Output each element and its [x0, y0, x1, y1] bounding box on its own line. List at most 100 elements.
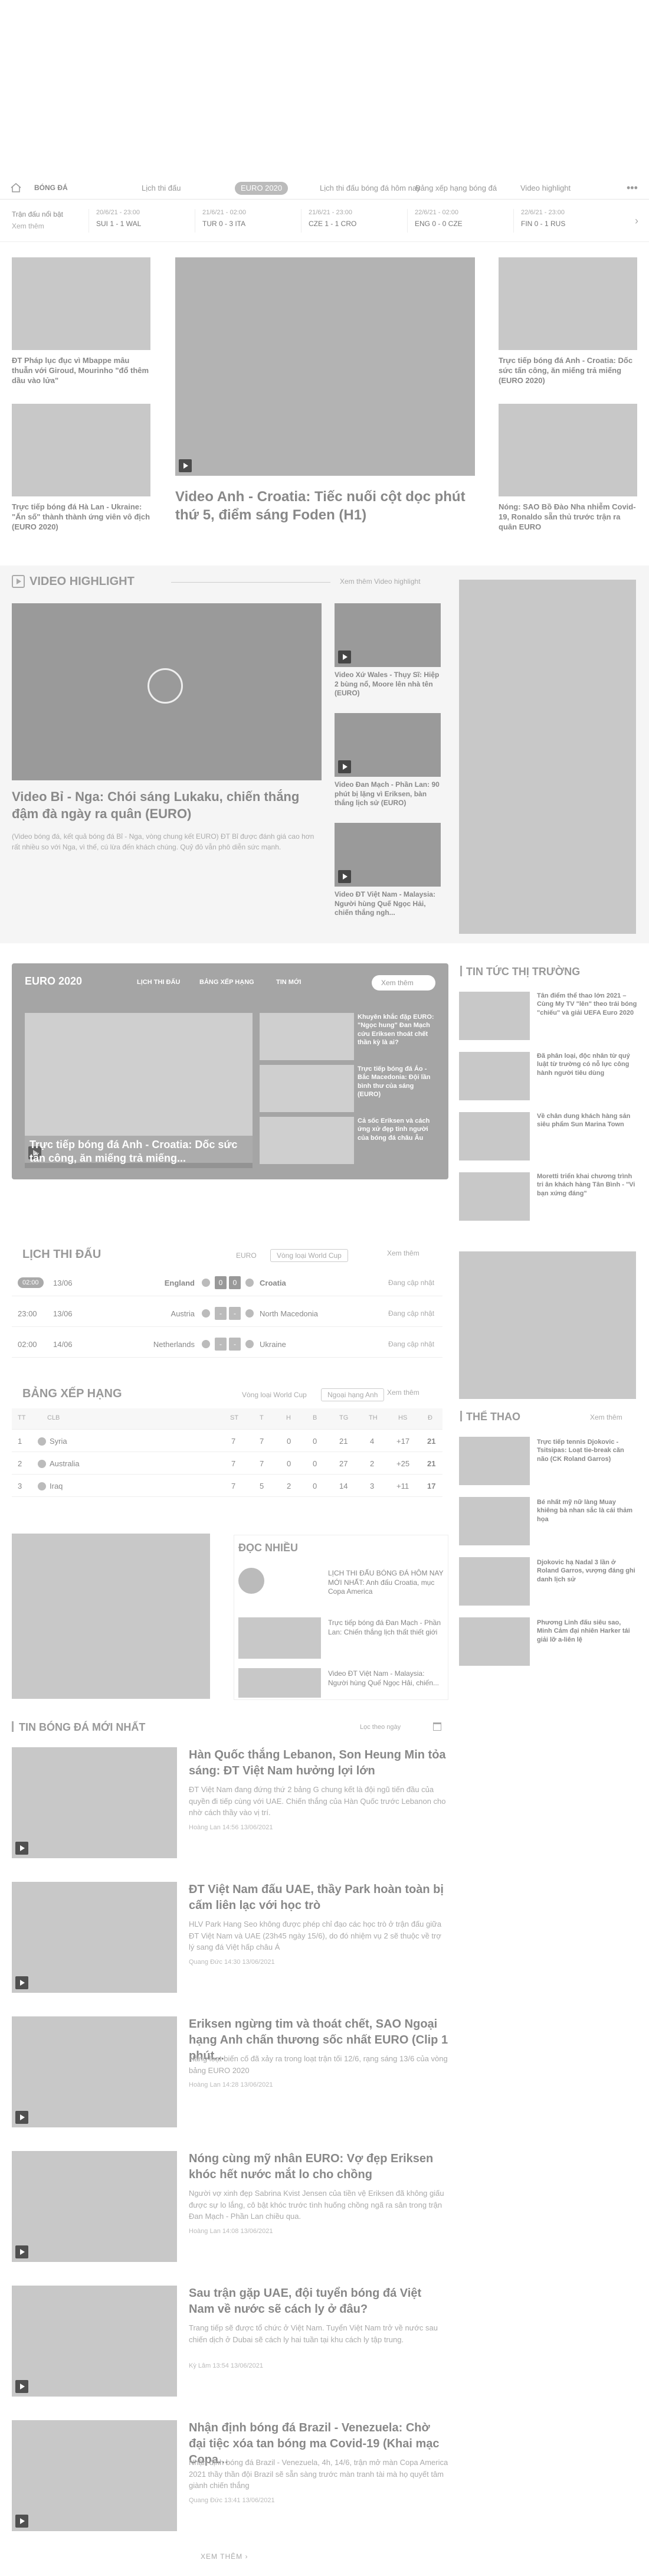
euro-more-button[interactable]: Xem thêm	[372, 975, 435, 990]
nav-item-standings[interactable]: Bảng xếp hạng bóng đá	[415, 184, 497, 192]
ad-banner[interactable]	[459, 580, 636, 934]
standings-row[interactable]: 2 Australia 77 00 27 2 +25 21	[12, 1453, 442, 1475]
sport-title[interactable]: Trực tiếp tennis Djokovic - Tsitsipas: L…	[537, 1438, 637, 1463]
story-image[interactable]	[499, 404, 637, 496]
video-main-title[interactable]: Video Bỉ - Nga: Chói sáng Lukaku, chiến …	[12, 789, 322, 822]
market-title[interactable]: Tân điểm thể thao lớn 2021 – Cùng My TV …	[537, 992, 637, 1017]
market-image[interactable]	[459, 992, 530, 1040]
main-story-image[interactable]	[175, 257, 475, 476]
story-image[interactable]	[499, 257, 637, 350]
video-more-link[interactable]: Xem thêm Video highlight	[340, 577, 421, 586]
match-card[interactable]: 21/6/21 - 02:00 TUR 0 - 3 ITA	[195, 209, 283, 233]
popular-title[interactable]: Video ĐT Việt Nam - Malaysia: Người hùng…	[328, 1669, 446, 1688]
news-title[interactable]: Hàn Quốc thắng Lebanon, Son Heung Min tỏ…	[189, 1747, 448, 1779]
sport-title[interactable]: Djokovic hạ Nadal 3 lần ở Roland Garros,…	[537, 1558, 637, 1584]
news-image[interactable]	[12, 1747, 177, 1858]
market-title[interactable]: Moretti triển khai chương trình tri ân k…	[537, 1172, 637, 1198]
market-title[interactable]: Về chân dung khách hàng sản siêu phẩm Su…	[537, 1112, 637, 1129]
market-title[interactable]: Đã phân loại, độc nhân từ quý luật từ tr…	[537, 1052, 637, 1077]
date-filter[interactable]: Lọc theo ngày	[360, 1724, 401, 1731]
market-image[interactable]	[459, 1112, 530, 1160]
sport-title[interactable]: Phương Linh đấu siêu sao, Minh Cảm đại n…	[537, 1619, 637, 1644]
euro-side-image[interactable]	[260, 1065, 354, 1112]
ad-banner[interactable]	[459, 1251, 636, 1399]
story-title[interactable]: Trực tiếp bóng đá Hà Lan - Ukraine: "Ấn …	[12, 502, 150, 532]
news-item[interactable]: Sau trận gặp UAE, đội tuyển bóng đá Việt…	[12, 2286, 448, 2404]
standings-row[interactable]: 1 Syria 77 00 21 4 +17 21	[12, 1431, 442, 1452]
sport-title[interactable]: Bé nhất mỹ nữ làng Muay khiêng bà nhan s…	[537, 1498, 637, 1524]
load-more-button[interactable]: XEM THÊM ›	[201, 2552, 248, 2561]
ad-banner[interactable]	[12, 1534, 210, 1699]
news-image[interactable]	[12, 2420, 177, 2531]
news-title[interactable]: Nóng cùng mỹ nhân EURO: Vợ đẹp Eriksen k…	[189, 2151, 448, 2183]
euro-side-title[interactable]: Trực tiếp bóng đá Áo - Bắc Macedonia: Độ…	[358, 1065, 434, 1099]
standings-row[interactable]: 3 Iraq 75 20 14 3 +11 17	[12, 1476, 442, 1497]
video-thumb[interactable]	[335, 603, 441, 667]
euro-side-title[interactable]: Khuyên khắc đặp EURO: "Ngọc hung" Đan Mạ…	[358, 1013, 434, 1047]
standings-tab[interactable]: Ngoại hạng Anh	[321, 1388, 385, 1401]
nav-item-bong-da[interactable]: BÓNG ĐÁ	[34, 184, 68, 192]
euro-tab[interactable]: LỊCH THI ĐẤU	[137, 979, 180, 986]
story-title[interactable]: Trực tiếp bóng đá Anh - Croatia: Dốc sức…	[499, 356, 637, 386]
match-card[interactable]: 22/6/21 - 02:00 ENG 0 - 0 CZE	[407, 209, 496, 233]
popular-title[interactable]: Trực tiếp bóng đá Đan Mạch - Phần Lan: C…	[328, 1619, 446, 1637]
news-item[interactable]: Nhận định bóng đá Brazil - Venezuela: Ch…	[12, 2420, 448, 2538]
nav-item-euro[interactable]: EURO 2020	[235, 182, 289, 195]
sport-image[interactable]	[459, 1557, 530, 1606]
news-image[interactable]	[12, 2016, 177, 2127]
video-title[interactable]: Video ĐT Việt Nam - Malaysia: Người hùng…	[335, 890, 441, 918]
sport-more-link[interactable]: Xem thêm	[590, 1413, 622, 1421]
chevron-right-icon[interactable]: ›	[635, 215, 638, 227]
sport-image[interactable]	[459, 1437, 530, 1485]
fixtures-more-link[interactable]: Xem thêm	[387, 1249, 419, 1257]
match-card[interactable]: 21/6/21 - 23:00 CZE 1 - 1 CRO	[301, 209, 389, 233]
nav-item-video[interactable]: Video highlight	[520, 184, 571, 192]
match-card[interactable]: 20/6/21 - 23:00 SUI 1 - 1 WAL	[88, 209, 177, 233]
news-image[interactable]	[12, 2286, 177, 2397]
video-main-thumb[interactable]	[12, 603, 322, 780]
story-title[interactable]: ĐT Pháp lục đục vì Mbappe mâu thuẫn với …	[12, 356, 150, 386]
popular-image[interactable]	[238, 1617, 321, 1659]
euro-side-image[interactable]	[260, 1013, 354, 1060]
nav-item-today[interactable]: Lịch thi đấu bóng đá hôm nay	[320, 184, 421, 192]
news-item[interactable]: Eriksen ngừng tim và thoát chết, SAO Ngo…	[12, 2016, 448, 2134]
nav-item-lich-thi-dau[interactable]: Lịch thi đấu	[142, 184, 181, 192]
sport-image[interactable]	[459, 1497, 530, 1545]
market-image[interactable]	[459, 1052, 530, 1100]
story-image[interactable]	[12, 404, 150, 496]
news-item[interactable]: ĐT Việt Nam đấu UAE, thầy Park hoàn toàn…	[12, 1882, 448, 2000]
news-title[interactable]: ĐT Việt Nam đấu UAE, thầy Park hoàn toàn…	[189, 1882, 448, 1914]
fixtures-tab[interactable]: EURO	[236, 1251, 257, 1260]
story-title[interactable]: Nóng: SAO Bồ Đào Nha nhiễm Covid-19, Ron…	[499, 502, 637, 532]
video-thumb[interactable]	[335, 823, 441, 887]
popular-image[interactable]	[238, 1668, 321, 1698]
popular-title[interactable]: LỊCH THI ĐẤU BÓNG ĐÁ HÔM NAY MỚI NHẤT: A…	[328, 1569, 446, 1597]
news-item[interactable]: Nóng cùng mỹ nhân EURO: Vợ đẹp Eriksen k…	[12, 2151, 448, 2269]
story-image[interactable]	[12, 257, 150, 350]
fixture-row[interactable]: 02:00 13/06 England 0 0 Croatia Đang cập…	[12, 1270, 442, 1296]
video-thumb[interactable]	[335, 713, 441, 777]
fixtures-tab[interactable]: Vòng loại World Cup	[270, 1249, 348, 1262]
home-icon[interactable]	[11, 183, 21, 192]
euro-tab[interactable]: TIN MỚI	[276, 979, 301, 986]
main-story-title[interactable]: Video Anh - Croatia: Tiếc nuối cột dọc p…	[175, 488, 475, 524]
video-title[interactable]: Video Đan Mạch - Phần Lan: 90 phút bị lặ…	[335, 780, 441, 808]
news-item[interactable]: Hàn Quốc thắng Lebanon, Son Heung Min tỏ…	[12, 1747, 448, 1865]
calendar-icon[interactable]	[433, 1722, 441, 1731]
euro-side-title[interactable]: Cả sốc Eriksen và cách ứng xử đẹp tinh n…	[358, 1117, 434, 1142]
news-title[interactable]: Sau trận gặp UAE, đội tuyển bóng đá Việt…	[189, 2286, 448, 2317]
video-title[interactable]: Video Xứ Wales - Thụy Sĩ: Hiệp 2 bùng nổ…	[335, 671, 441, 698]
sport-image[interactable]	[459, 1617, 530, 1666]
more-menu-icon[interactable]: •••	[627, 182, 638, 194]
market-image[interactable]	[459, 1172, 530, 1221]
featured-more-link[interactable]: Xem thêm	[12, 222, 44, 230]
fixture-row[interactable]: 02:00 14/06 Netherlands - - Ukraine Đang…	[12, 1332, 442, 1358]
standings-more-link[interactable]: Xem thêm	[387, 1388, 419, 1397]
play-icon[interactable]	[148, 668, 183, 704]
standings-tab[interactable]: Vòng loại World Cup	[242, 1391, 307, 1399]
euro-main-title[interactable]: Trực tiếp bóng đá Anh - Croatia: Dốc sức…	[25, 1136, 253, 1168]
fixture-row[interactable]: 23:00 13/06 Austria - - North Macedonia …	[12, 1301, 442, 1327]
news-image[interactable]	[12, 1882, 177, 1993]
euro-tab[interactable]: BẢNG XẾP HẠNG	[199, 979, 254, 986]
match-card[interactable]: 22/6/21 - 23:00 FIN 0 - 1 RUS	[513, 209, 625, 233]
